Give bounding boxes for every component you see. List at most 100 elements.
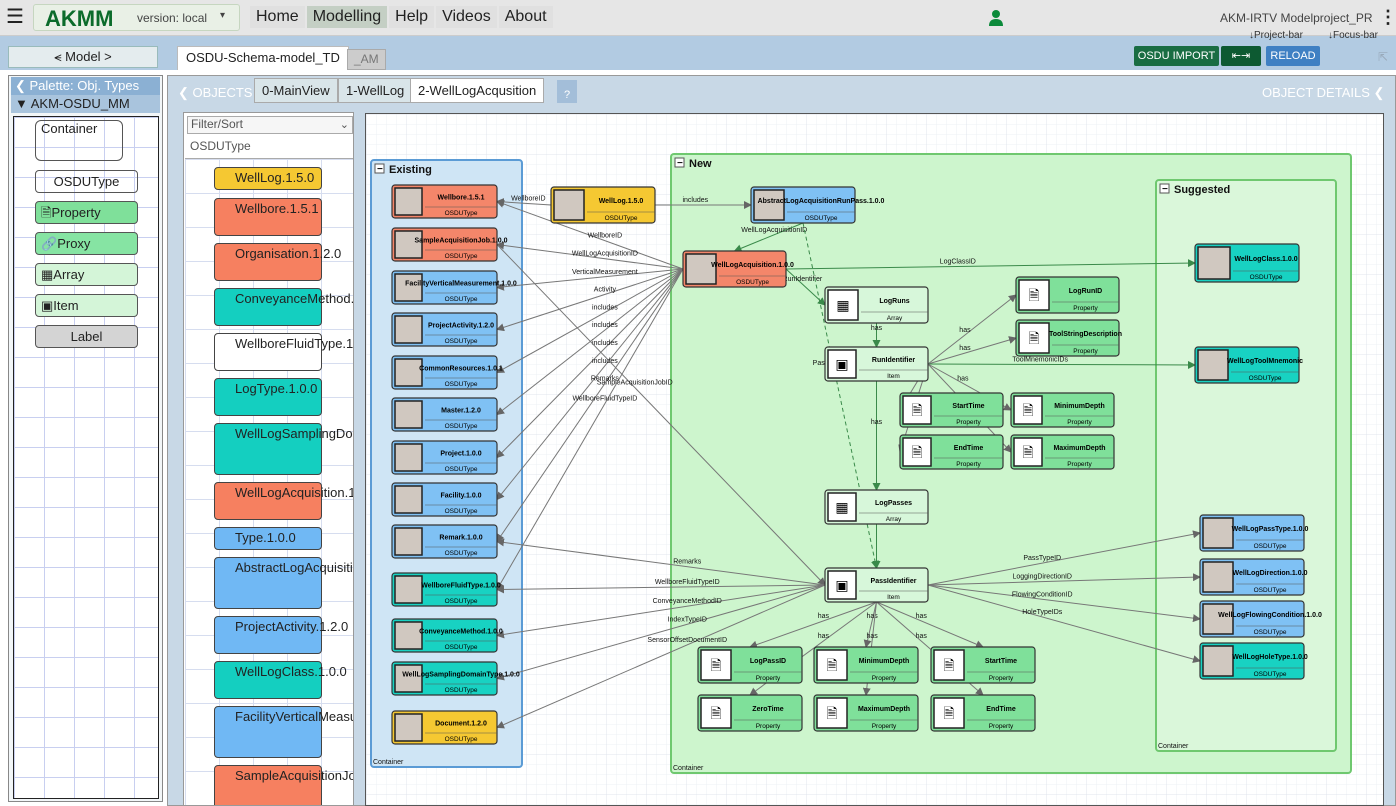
diagram-canvas[interactable]: − Existing Container − New Container − Suggeste… xyxy=(365,113,1384,806)
diagram-node[interactable]: 🗎 EndTime Property xyxy=(899,434,1004,470)
more-options-icon[interactable]: ⋮ xyxy=(1379,8,1396,26)
diagram-node[interactable]: 🗎 LogPassID Property xyxy=(697,646,803,684)
palette-item-array[interactable]: ▦Array xyxy=(35,263,138,286)
diagram-node[interactable]: WellLogClass.1.0.0 OSDUType xyxy=(1194,243,1300,283)
palette-item-label[interactable]: Label xyxy=(35,325,138,348)
object-item[interactable]: WellLogClass.1.0.0 xyxy=(214,661,347,699)
diagram-node[interactable]: WellLogPassType.1.0.0 OSDUType xyxy=(1199,514,1309,552)
object-item[interactable]: LogType.1.0.0 xyxy=(214,378,322,416)
node-icon-glyph: 🗎 xyxy=(943,658,954,674)
object-item[interactable]: WellLog.1.5.0 xyxy=(214,167,322,190)
palette-item-item[interactable]: ▣Item xyxy=(35,294,138,317)
tab-2-welllogacquisition[interactable]: 2-WellLogAcqusition xyxy=(410,78,545,103)
diagram-node[interactable]: WellLogFlowingCondition.1.0.0 OSDUType xyxy=(1199,600,1322,638)
type-icon xyxy=(553,189,585,221)
palette-item-container[interactable]: Container xyxy=(35,120,123,161)
project-bar-toggle[interactable]: ↓Project-bar xyxy=(1249,30,1303,41)
diagram-node[interactable]: 🗎 MaximumDepth Property xyxy=(813,694,919,732)
object-item[interactable]: SampleAcquisitionJob.1.0.0 xyxy=(214,765,353,805)
tab-0-mainview[interactable]: 0-MainView xyxy=(254,78,338,103)
menu-videos[interactable]: Videos xyxy=(436,6,497,28)
diagram-node[interactable]: ▣ PassIdentifier Item xyxy=(824,567,929,603)
diagram-node[interactable]: ConveyanceMethod.1.0.0 OSDUType xyxy=(391,618,503,653)
menu-help[interactable]: Help xyxy=(389,6,435,28)
diagram-node[interactable]: 🗎 MinimumDepth Property xyxy=(813,646,919,684)
version-label[interactable]: version: local xyxy=(137,11,207,25)
object-item[interactable]: AbstractLogAcquisitionRunPass.1.0.0 xyxy=(214,557,353,609)
tab-am[interactable]: _AM xyxy=(347,49,386,70)
diagram-node[interactable]: CommonResources.1.0.1 OSDUType xyxy=(391,355,503,390)
diagram-node[interactable]: WellLogAcquisition.1.0.0 OSDUType xyxy=(682,250,794,288)
palette-metamodel[interactable]: ▼ AKM-OSDU_MM xyxy=(11,95,160,113)
object-item[interactable]: ProjectActivity.1.2.0 xyxy=(214,616,348,654)
tab-1-welllog[interactable]: 1-WellLog xyxy=(338,78,413,103)
palette-item-proxy[interactable]: 🔗Proxy xyxy=(35,232,138,255)
diagram-node[interactable]: 🗎 LogRunID Property xyxy=(1015,276,1120,314)
diagram-node[interactable]: Facility.1.0.0 OSDUType xyxy=(391,482,498,517)
node-label: WellLogPassType.1.0.0 xyxy=(1232,526,1309,533)
node-type-label: OSDUType xyxy=(1254,587,1287,594)
diagram-node[interactable]: 🗎 ToolStringDescription Property xyxy=(1015,319,1122,357)
external-link-icon[interactable]: ⇱ xyxy=(1378,50,1388,64)
palette-title[interactable]: ❮ Palette: Obj. Types xyxy=(11,77,160,95)
type-icon xyxy=(394,527,423,556)
link-label: SensorOffsetDocumentID xyxy=(647,637,727,644)
focus-bar-toggle[interactable]: ↓Focus-bar xyxy=(1328,30,1378,41)
menu-home[interactable]: Home xyxy=(250,6,305,28)
palette-panel: ❮ Palette: Obj. Types ▼ AKM-OSDU_MM Cont… xyxy=(8,75,163,802)
menu-modelling[interactable]: Modelling xyxy=(306,6,388,28)
filter-sort-select[interactable]: Filter/Sort ⌄ xyxy=(187,116,353,134)
diagram-node[interactable]: ▦ LogPasses Array xyxy=(824,489,929,525)
object-item[interactable]: WellLogAcquisition.1.0.0 xyxy=(214,482,353,520)
diagram-node[interactable]: ▦ LogRuns Array xyxy=(824,286,929,324)
diagram-node[interactable]: WellboreFluidType.1.0.0 OSDUType xyxy=(391,572,501,607)
diagram-node[interactable]: 🗎 ZeroTime Property xyxy=(697,694,803,732)
diagram-node[interactable]: WellLog.1.5.0 OSDUType xyxy=(550,186,656,224)
model-toggle-button[interactable]: ⪪ Model > xyxy=(8,46,158,68)
collapse-left-icon[interactable]: ❮ xyxy=(15,78,30,93)
palette-item-property[interactable]: 🗎Property xyxy=(35,201,138,224)
diagram-node[interactable]: 🗎 StartTime Property xyxy=(899,392,1004,428)
objects-panel-toggle[interactable]: ❮ OBJECTS xyxy=(178,85,252,101)
export-import-button[interactable]: ⇤⇥ xyxy=(1221,46,1261,66)
hamburger-menu-icon[interactable]: ☰ xyxy=(6,7,24,27)
diagram-node[interactable]: Master.1.2.0 OSDUType xyxy=(391,397,498,432)
user-icon[interactable] xyxy=(988,9,1004,27)
diagram-node[interactable]: WellLogToolMnemonic OSDUType xyxy=(1194,346,1303,384)
version-dropdown-icon[interactable]: ▾ xyxy=(220,10,225,21)
diagram-node[interactable]: 🗎 StartTime Property xyxy=(930,646,1036,684)
diagram-node[interactable]: WellLogDirection.1.0.0 OSDUType xyxy=(1199,558,1308,596)
help-tab[interactable]: ? xyxy=(557,80,577,103)
diagram-node[interactable]: 🗎 MinimumDepth Property xyxy=(1010,392,1115,428)
diagram-node[interactable]: Document.1.2.0 OSDUType xyxy=(391,710,498,745)
object-details-toggle[interactable]: OBJECT DETAILS ❮ xyxy=(1262,85,1384,101)
node-label: MinimumDepth xyxy=(859,658,910,665)
diagram-svg[interactable]: − ExistingContainer− NewContainer− Suggeste… xyxy=(366,114,1384,806)
object-item[interactable]: WellboreFluidType.1.0.0 xyxy=(214,333,353,371)
diagram-node[interactable]: Wellbore.1.5.1 OSDUType xyxy=(391,184,498,219)
diagram-node[interactable]: SampleAcquisitionJob.1.0.0 OSDUType xyxy=(391,227,508,262)
menu-about[interactable]: About xyxy=(498,6,553,28)
link-label: has xyxy=(871,325,883,332)
diagram-node[interactable]: Remark.1.0.0 OSDUType xyxy=(391,524,498,559)
palette-item-osdutype[interactable]: OSDUType xyxy=(35,170,138,193)
node-label: CommonResources.1.0.1 xyxy=(419,366,503,373)
node-icon-glyph: 🗎 xyxy=(943,706,954,722)
object-item[interactable]: ConveyanceMethod.1.0.0 xyxy=(214,288,353,326)
reload-button[interactable]: RELOAD xyxy=(1266,46,1320,66)
object-item[interactable]: Organisation.1.2.0 xyxy=(214,243,341,281)
diagram-node[interactable]: 🗎 MaximumDepth Property xyxy=(1010,434,1115,470)
diagram-node[interactable]: ▣ RunIdentifier Item xyxy=(824,346,929,382)
diagram-node[interactable]: 🗎 EndTime Property xyxy=(930,694,1036,732)
link-label: ConveyanceMethodID xyxy=(653,598,722,605)
object-item[interactable]: Type.1.0.0 xyxy=(214,527,322,550)
diagram-node[interactable]: Project.1.0.0 OSDUType xyxy=(391,440,498,475)
osdu-import-button[interactable]: OSDU IMPORT xyxy=(1134,46,1219,66)
object-item[interactable]: FacilityVerticalMeasurement.1.0.0 xyxy=(214,706,353,758)
tab-model[interactable]: OSDU-Schema-model_TD xyxy=(177,46,349,70)
object-item[interactable]: Wellbore.1.5.1 xyxy=(214,198,322,236)
object-item[interactable]: WellLogSamplingDomainType.1.0.0 xyxy=(214,423,353,475)
node-type-label: Property xyxy=(872,675,897,682)
diagram-node[interactable]: WellLogHoleType.1.0.0 OSDUType xyxy=(1199,642,1308,680)
diagram-node[interactable]: ProjectActivity.1.2.0 OSDUType xyxy=(391,312,498,347)
